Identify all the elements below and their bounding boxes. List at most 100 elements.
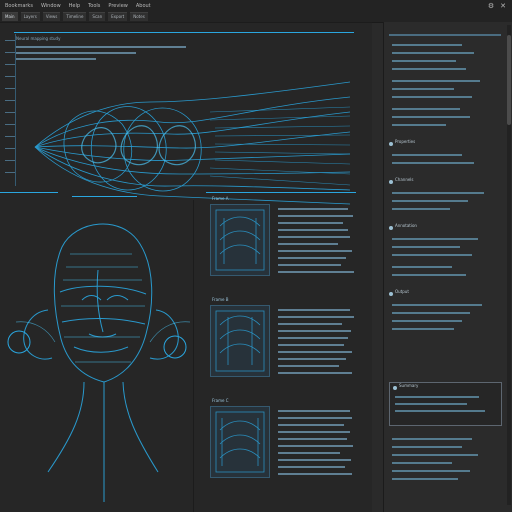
text-line — [278, 466, 345, 468]
text-line — [278, 208, 348, 210]
sidebar-text-line — [392, 320, 462, 322]
sidebar-text-line — [392, 238, 478, 240]
text-line — [278, 337, 348, 339]
tab-main[interactable]: Main — [2, 12, 18, 21]
text-line — [278, 236, 350, 238]
main-header: Neural mapping study — [16, 36, 61, 41]
text-line — [16, 46, 186, 48]
sidebar-section-annotation[interactable]: Annotation — [395, 223, 417, 228]
sidebar-section-properties[interactable]: Properties — [395, 139, 415, 144]
text-line — [278, 417, 352, 419]
sidebar-text-line — [392, 304, 482, 306]
text-line — [278, 358, 346, 360]
ruler-tick — [5, 76, 15, 77]
text-line — [278, 271, 354, 273]
text-line — [278, 365, 339, 367]
text-line — [278, 410, 350, 412]
main-workspace: Neural mapping study Frame A Frame B Fra… — [0, 22, 372, 512]
ruler-tick — [5, 64, 15, 65]
sidebar-text-line — [392, 312, 470, 314]
sidebar-text-line — [392, 246, 460, 248]
sidebar-text-line — [392, 88, 454, 90]
sidebar-text-line — [392, 96, 472, 98]
left-ruler — [5, 34, 16, 186]
thumbnail-art-b — [215, 310, 265, 372]
ruler-tick — [5, 40, 15, 41]
text-line — [16, 58, 96, 60]
sidebar-section-channels[interactable]: Channels — [395, 177, 414, 182]
sidebar-text-line — [395, 396, 479, 398]
tab-layers[interactable]: Layers — [20, 12, 40, 21]
sidebar-text-line — [392, 108, 460, 110]
settings-icon[interactable]: ⚙ — [486, 1, 496, 11]
sidebar-text-line — [392, 462, 452, 464]
sidebar-text-line — [392, 328, 454, 330]
sidebar-text-line — [392, 154, 462, 156]
text-line — [278, 372, 352, 374]
text-line — [16, 52, 136, 54]
ruler-tick — [5, 124, 15, 125]
sidebar-text-line — [392, 438, 472, 440]
text-line — [278, 264, 341, 266]
sidebar-text-line — [392, 44, 462, 46]
bullet-icon — [393, 386, 397, 390]
vertical-divider — [193, 200, 194, 512]
bullet-icon — [389, 142, 393, 146]
sidebar-text-line — [395, 403, 467, 405]
section-accent-line — [206, 192, 356, 193]
tab-timeline[interactable]: Timeline — [63, 12, 87, 21]
top-divider — [0, 22, 372, 23]
sidebar-text-line — [392, 52, 474, 54]
text-line — [278, 250, 352, 252]
ruler-tick — [5, 160, 15, 161]
bullet-icon — [389, 226, 393, 230]
sidebar-text-line — [392, 266, 452, 268]
text-line — [278, 330, 351, 332]
sidebar-text-line — [395, 410, 485, 412]
section-accent-line — [72, 196, 137, 197]
text-line — [278, 424, 344, 426]
right-sidebar: Properties Channels Annotation Output Su… — [383, 22, 512, 512]
text-line — [278, 215, 353, 217]
close-icon[interactable]: ✕ — [498, 1, 508, 11]
text-line — [278, 323, 342, 325]
thumbnail-caption-a: Frame A — [212, 196, 229, 201]
sidebar-text-line — [392, 208, 450, 210]
text-line — [278, 445, 353, 447]
sidebar-text-line — [392, 116, 470, 118]
tab-bar: Main Layers Views Timeline Scan Export N… — [0, 12, 148, 22]
ruler-tick — [5, 172, 15, 173]
tab-views[interactable]: Views — [42, 12, 61, 21]
vertical-scrollbar[interactable] — [507, 25, 511, 505]
sidebar-text-line — [392, 274, 466, 276]
ruler-tick — [5, 100, 15, 101]
sidebar-text-line — [392, 478, 458, 480]
sidebar-section-output[interactable]: Output — [395, 289, 409, 294]
sidebar-text-line — [392, 162, 474, 164]
sidebar-text-line — [392, 80, 480, 82]
section-accent-line — [0, 192, 58, 193]
text-line — [278, 459, 351, 461]
wireframe-flow-graphic — [34, 81, 350, 205]
bullet-icon — [389, 180, 393, 184]
sidebar-text-line — [392, 254, 472, 256]
ruler-tick — [5, 88, 15, 89]
sidebar-text-line — [392, 446, 462, 448]
text-line — [278, 243, 338, 245]
scrollbar-thumb[interactable] — [507, 35, 511, 125]
text-line — [278, 473, 352, 475]
ruler-tick — [5, 112, 15, 113]
tab-export[interactable]: Export — [108, 12, 128, 21]
tab-scan[interactable]: Scan — [89, 12, 106, 21]
sidebar-text-line — [392, 60, 456, 62]
sidebar-text-line — [392, 192, 484, 194]
sidebar-text-line — [392, 470, 470, 472]
text-line — [278, 431, 350, 433]
text-line — [278, 344, 344, 346]
ruler-tick — [5, 136, 15, 137]
thumbnail-caption-b: Frame B — [212, 297, 229, 302]
text-line — [278, 309, 350, 311]
text-line — [278, 229, 348, 231]
tab-notes[interactable]: Notes — [130, 12, 148, 21]
thumbnail-art-c — [215, 411, 265, 473]
